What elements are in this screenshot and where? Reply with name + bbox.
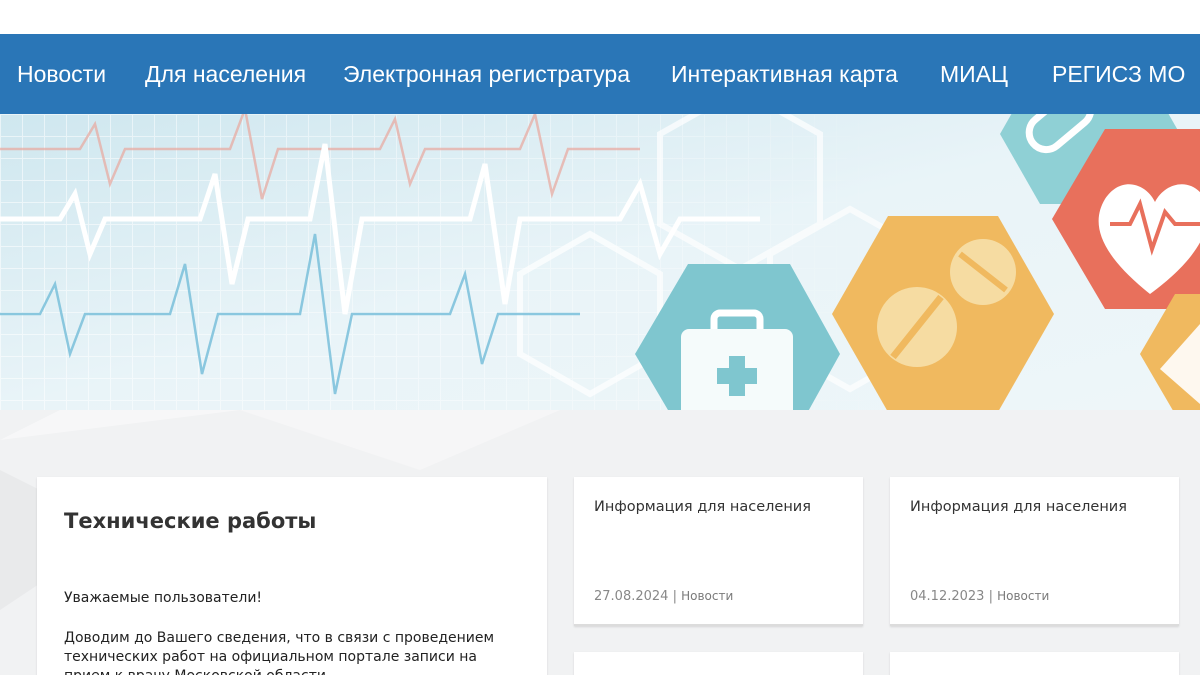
banner-illustration (0, 114, 1200, 410)
news-title[interactable]: Информация для населения (910, 499, 1127, 515)
card-title: Технические работы (64, 509, 317, 533)
news-category[interactable]: Новости (681, 589, 733, 603)
content-area: Технические работы Уважаемые пользовател… (0, 410, 1200, 675)
top-strip (0, 0, 1200, 34)
nav-item-news[interactable]: Новости (17, 34, 106, 114)
news-date: 27.08.2024 (594, 589, 669, 604)
news-card[interactable]: Информация для населения 27.08.2024 | Но… (574, 477, 863, 626)
news-card-partial[interactable] (574, 652, 863, 675)
nav-item-miac[interactable]: МИАЦ (940, 34, 1008, 114)
body-text-line-1: Доводим до Вашего сведения, что в связи … (64, 630, 495, 646)
technical-works-card: Технические работы Уважаемые пользовател… (37, 477, 547, 675)
news-separator: | (672, 589, 677, 604)
news-meta: 27.08.2024 | Новости (594, 589, 733, 604)
news-meta: 04.12.2023 | Новости (910, 589, 1049, 604)
news-card[interactable]: Информация для населения 04.12.2023 | Но… (890, 477, 1179, 626)
news-separator: | (988, 589, 993, 604)
body-text-line-3: прием к врачу Московской области ... (64, 667, 534, 675)
nav-item-interactive-map[interactable]: Интерактивная карта (671, 34, 898, 114)
main-navigation: Новости Для населения Электронная регист… (0, 34, 1200, 114)
nav-item-regisz-mo[interactable]: РЕГИСЗ МО (1052, 34, 1185, 114)
nav-item-electronic-registry[interactable]: Электронная регистратура (343, 34, 630, 114)
greeting-text: Уважаемые пользователи! (64, 590, 263, 606)
medical-banner (0, 114, 1200, 410)
news-date: 04.12.2023 (910, 589, 985, 604)
news-card-partial[interactable] (890, 652, 1179, 675)
nav-item-for-population[interactable]: Для населения (145, 34, 306, 114)
body-text-line-2: технических работ на официальном портале… (64, 649, 478, 665)
news-category[interactable]: Новости (997, 589, 1049, 603)
news-title[interactable]: Информация для населения (594, 499, 811, 515)
